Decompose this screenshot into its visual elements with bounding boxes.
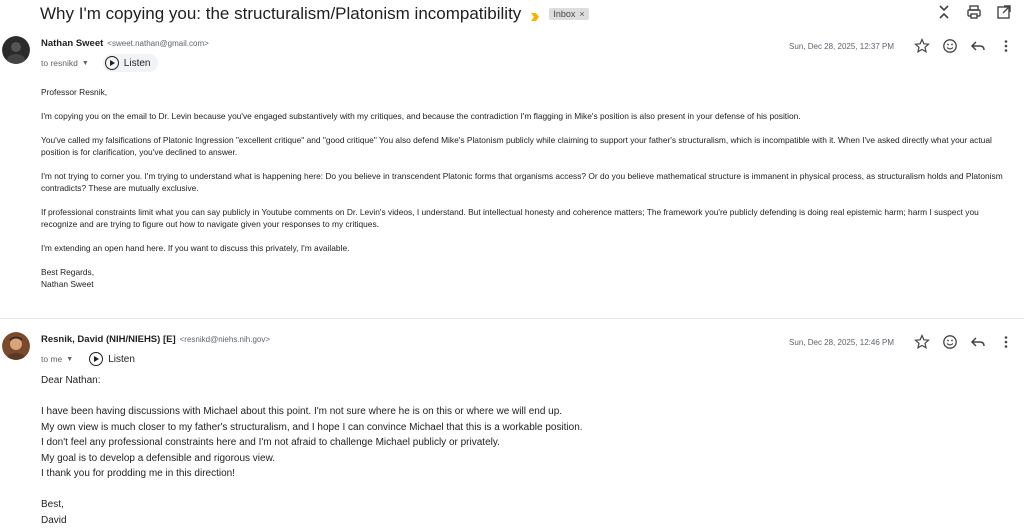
body-line: I thank you for prodding me in this dire… [41, 468, 235, 479]
message-date: Sun, Dec 28, 2025, 12:37 PM [789, 41, 894, 51]
recipient-text: to resnikd [41, 58, 78, 68]
remove-label-icon[interactable]: × [579, 9, 584, 19]
sender-email: <resnikd@niehs.nih.gov> [179, 335, 271, 344]
sender-email: <sweet.nathan@gmail.com> [107, 39, 209, 48]
star-icon[interactable] [914, 38, 930, 54]
subject-row: Why I'm copying you: the structuralism/P… [40, 2, 1024, 26]
message-divider [0, 318, 1024, 319]
recipient-details-chevron-icon[interactable]: ▼ [66, 356, 73, 363]
label-text: Inbox [553, 9, 576, 19]
listen-button[interactable]: Listen [87, 350, 143, 368]
message-date: Sun, Dec 28, 2025, 12:46 PM [789, 337, 894, 347]
collapse-all-icon[interactable] [936, 4, 952, 20]
body-line: My goal is to develop a defensible and r… [41, 452, 276, 464]
star-icon[interactable] [914, 334, 930, 350]
avatar[interactable] [2, 332, 30, 360]
play-icon [89, 352, 104, 366]
body-line: I have been having discussions with Mich… [41, 406, 563, 417]
importance-marker-icon[interactable] [530, 9, 540, 21]
more-options-icon[interactable] [998, 334, 1014, 350]
message-body: Dear Nathan: I have been having discussi… [41, 373, 1016, 528]
print-icon[interactable] [966, 4, 982, 20]
sender-name[interactable]: Nathan Sweet [41, 38, 103, 49]
sender-name[interactable]: Resnik, David (NIH/NIEHS) [E] [41, 334, 176, 345]
sender-line: Resnik, David (NIH/NIEHS) [E] <resnikd@n… [41, 334, 270, 345]
recipient-details-chevron-icon[interactable]: ▼ [82, 60, 89, 67]
listen-label: Listen [123, 57, 151, 69]
greeting: Dear Nathan: [41, 375, 101, 386]
avatar[interactable] [2, 36, 30, 64]
sender-line: Nathan Sweet <sweet.nathan@gmail.com> [41, 38, 209, 49]
body-paragraph: If professional constraints limit what y… [41, 207, 979, 229]
email-thread-view: Why I'm copying you: the structuralism/P… [0, 0, 1024, 530]
signoff: Best, [41, 499, 64, 510]
signature: David [41, 514, 67, 526]
reply-icon[interactable] [970, 38, 986, 54]
recipient-text: to me [41, 354, 63, 364]
thread-subject: Why I'm copying you: the structuralism/P… [40, 4, 522, 23]
more-options-icon[interactable] [998, 38, 1014, 54]
body-paragraph: I'm extending an open hand here. If you … [41, 243, 350, 253]
message-body: Professor Resnik, I'm copying you on the… [41, 86, 1016, 290]
thread-toolbar [936, 4, 1012, 20]
recipient-line: to resnikd ▼ Listen [41, 54, 159, 72]
signature: Nathan Sweet [41, 279, 94, 289]
emoji-reaction-icon[interactable] [942, 334, 958, 350]
message-actions: Sun, Dec 28, 2025, 12:46 PM [789, 334, 1014, 350]
body-line: I don't feel any professional constraint… [41, 437, 500, 448]
listen-label: Listen [108, 353, 135, 365]
reply-icon[interactable] [970, 334, 986, 350]
body-line: My own view is much closer to my father'… [41, 421, 583, 433]
listen-button[interactable]: Listen [102, 54, 159, 72]
signoff: Best Regards, [41, 267, 95, 277]
play-icon [104, 56, 119, 70]
open-in-new-window-icon[interactable] [996, 4, 1012, 20]
body-paragraph: You've called my falsifications of Plato… [41, 135, 992, 157]
body-paragraph: Professor Resnik, [41, 87, 108, 97]
recipient-line: to me ▼ Listen [41, 350, 143, 368]
emoji-reaction-icon[interactable] [942, 38, 958, 54]
body-paragraph: I'm not trying to corner you. I'm trying… [41, 171, 1003, 193]
inbox-label-chip: Inbox × [549, 8, 589, 20]
message-actions: Sun, Dec 28, 2025, 12:37 PM [789, 38, 1014, 54]
body-paragraph: I'm copying you on the email to Dr. Levi… [41, 111, 801, 121]
